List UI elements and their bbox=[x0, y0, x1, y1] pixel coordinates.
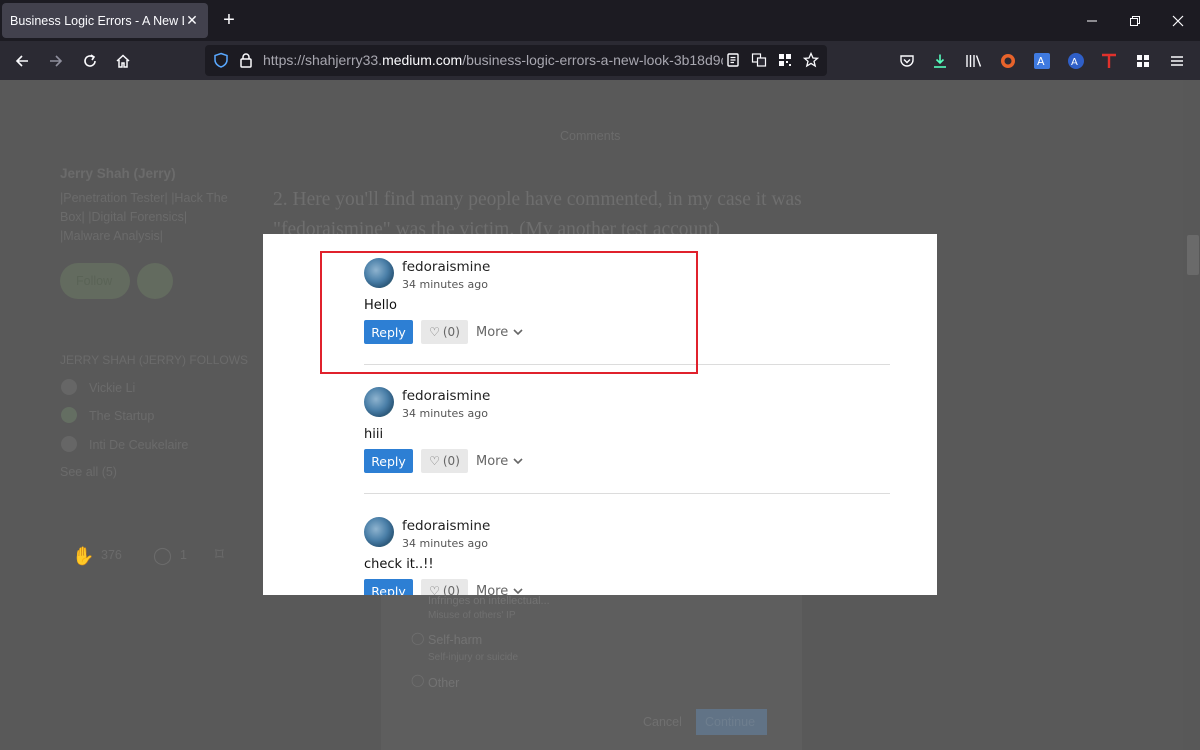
see-all-link[interactable]: See all (5) bbox=[60, 465, 117, 479]
extension-translate-icon[interactable]: A bbox=[1031, 50, 1053, 72]
library-icon[interactable] bbox=[963, 50, 985, 72]
more-label: More bbox=[476, 583, 509, 596]
menu-icon[interactable] bbox=[1166, 50, 1188, 72]
tab-title: Business Logic Errors - A New Look bbox=[10, 13, 184, 28]
heart-icon: ♡ bbox=[429, 584, 440, 595]
downloads-icon[interactable] bbox=[929, 50, 951, 72]
translate-icon[interactable] bbox=[749, 50, 769, 70]
avatar bbox=[61, 407, 77, 423]
author-bio-line: Box| |Digital Forensics| bbox=[60, 210, 188, 224]
reload-icon[interactable] bbox=[77, 48, 103, 74]
close-icon[interactable]: ✕ bbox=[184, 12, 200, 29]
back-arrow-icon[interactable] bbox=[9, 48, 35, 74]
response-count: 1 bbox=[180, 548, 187, 562]
tab-bar: Business Logic Errors - A New Look ✕ + bbox=[0, 0, 1200, 41]
svg-text:A: A bbox=[1071, 57, 1078, 68]
report-dialog: Infringes on intellectual... Misuse of o… bbox=[381, 595, 802, 750]
clap-icon[interactable]: ✋ bbox=[72, 546, 94, 567]
avatar[interactable] bbox=[364, 517, 394, 547]
navigation-toolbar: https://shahjerry33.medium.com/business-… bbox=[0, 41, 1200, 80]
follow-label: Follow bbox=[76, 274, 113, 288]
heart-icon: ♡ bbox=[429, 454, 440, 468]
follows-item[interactable]: Vickie Li bbox=[89, 381, 135, 395]
comment-timestamp: 34 minutes ago bbox=[402, 537, 488, 550]
shield-icon[interactable] bbox=[211, 50, 231, 70]
comment-username[interactable]: fedoraismine bbox=[402, 388, 490, 404]
url-text[interactable]: https://shahjerry33.medium.com/business-… bbox=[263, 52, 723, 68]
report-option-desc: Misuse of others' IP bbox=[428, 610, 516, 621]
continue-button[interactable]: Continue bbox=[696, 709, 767, 735]
subscribe-mail-icon[interactable] bbox=[137, 263, 173, 299]
comment-text: hiii bbox=[364, 427, 384, 442]
more-button[interactable]: More bbox=[476, 579, 523, 595]
author-name[interactable]: Jerry Shah (Jerry) bbox=[60, 166, 176, 181]
avatar[interactable] bbox=[364, 387, 394, 417]
lock-icon[interactable] bbox=[236, 50, 256, 70]
scrollbar-thumb[interactable] bbox=[1187, 235, 1199, 275]
report-option-title: Self-harm bbox=[428, 633, 483, 647]
extension-t-icon[interactable] bbox=[1098, 50, 1120, 72]
more-label: More bbox=[476, 453, 509, 469]
reader-view-icon[interactable] bbox=[723, 50, 743, 70]
continue-label: Continue bbox=[705, 715, 756, 729]
follows-item[interactable]: Inti De Ceukelaire bbox=[89, 438, 188, 452]
avatar bbox=[61, 436, 77, 452]
clap-count: 376 bbox=[101, 548, 122, 562]
article-text: 2. Here you'll find many people have com… bbox=[273, 189, 802, 210]
comments-heading: Comments bbox=[560, 129, 621, 143]
like-button[interactable]: ♡ (0) bbox=[421, 449, 468, 473]
extension-fox-icon[interactable] bbox=[997, 50, 1019, 72]
like-count: (0) bbox=[442, 584, 460, 595]
highlight-annotation bbox=[320, 251, 698, 374]
svg-text:A: A bbox=[1037, 55, 1045, 68]
comment-username[interactable]: fedoraismine bbox=[402, 518, 490, 534]
address-bar[interactable]: https://shahjerry33.medium.com/business-… bbox=[205, 45, 827, 76]
follows-item[interactable]: The Startup bbox=[89, 409, 154, 423]
minimize-icon[interactable] bbox=[1070, 0, 1114, 41]
reply-button[interactable]: Reply bbox=[364, 449, 413, 473]
chevron-down-icon bbox=[513, 458, 523, 465]
report-option-desc: Self-injury or suicide bbox=[428, 652, 519, 663]
report-option-title: Infringes on intellectual... bbox=[428, 595, 550, 607]
extension-language-icon[interactable]: A bbox=[1065, 50, 1087, 72]
radio-icon[interactable]: ◯ bbox=[411, 673, 424, 687]
follows-heading: JERRY SHAH (JERRY) FOLLOWS bbox=[60, 353, 249, 367]
comment-text: check it..!! bbox=[364, 557, 434, 572]
comment-divider bbox=[364, 493, 890, 494]
browser-tab[interactable]: Business Logic Errors - A New Look ✕ bbox=[2, 3, 208, 38]
bookmark-icon[interactable]: ⌑ bbox=[215, 545, 224, 565]
author-bio-line: |Malware Analysis| bbox=[60, 229, 164, 243]
reply-button[interactable]: Reply bbox=[364, 579, 413, 595]
new-tab-icon[interactable]: + bbox=[218, 9, 240, 31]
like-count: (0) bbox=[442, 454, 460, 468]
follow-button[interactable]: Follow bbox=[60, 263, 130, 299]
pocket-icon[interactable] bbox=[896, 50, 918, 72]
page-scrollbar[interactable] bbox=[1183, 80, 1200, 750]
response-icon[interactable]: ◯ bbox=[153, 546, 172, 566]
extensions-icon[interactable] bbox=[1132, 50, 1154, 72]
avatar bbox=[61, 379, 77, 395]
home-icon[interactable] bbox=[110, 48, 136, 74]
qr-code-icon[interactable] bbox=[775, 50, 795, 70]
comment-timestamp: 34 minutes ago bbox=[402, 407, 488, 420]
restore-icon[interactable] bbox=[1113, 0, 1157, 41]
like-button[interactable]: ♡ (0) bbox=[421, 579, 468, 595]
cancel-button[interactable]: Cancel bbox=[643, 715, 682, 729]
more-button[interactable]: More bbox=[476, 449, 523, 473]
forward-arrow-icon[interactable] bbox=[43, 48, 69, 74]
report-option-title: Other bbox=[428, 676, 460, 690]
chevron-down-icon bbox=[513, 588, 523, 595]
bookmark-star-icon[interactable] bbox=[801, 50, 821, 70]
author-bio-line: |Penetration Tester| |Hack The bbox=[60, 191, 228, 205]
radio-icon[interactable]: ◯ bbox=[411, 631, 424, 645]
window-close-icon[interactable] bbox=[1156, 0, 1200, 41]
